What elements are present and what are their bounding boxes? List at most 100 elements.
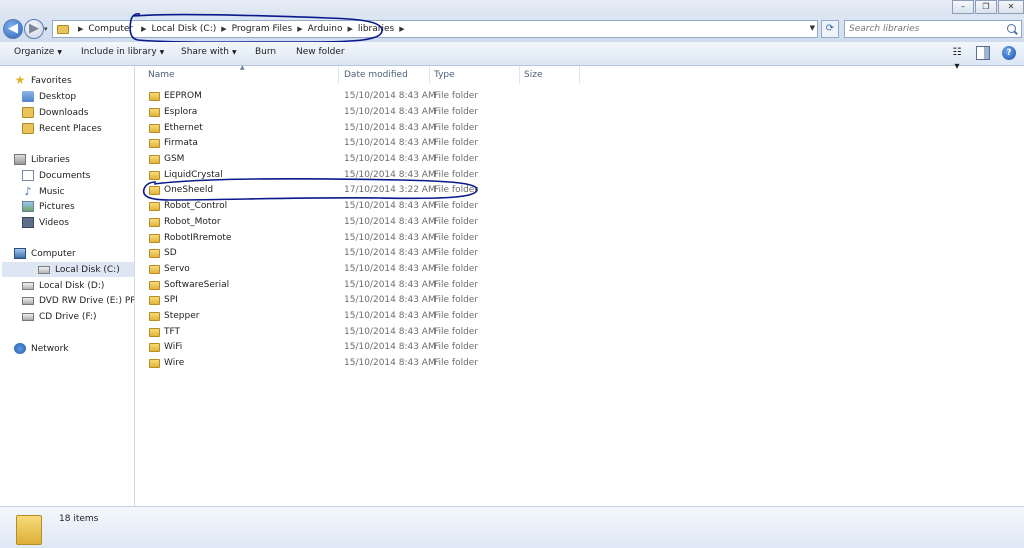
sidebar-label: Network <box>31 343 69 354</box>
breadcrumb-libraries[interactable]: libraries <box>358 24 394 34</box>
table-row[interactable]: SD 15/10/2014 8:43 AM File folder <box>140 246 480 261</box>
sidebar-item-desktop[interactable]: Desktop <box>22 89 76 104</box>
burn-button[interactable]: Burn <box>255 47 276 57</box>
sidebar-label: Libraries <box>31 154 70 165</box>
table-row[interactable]: Robot_Control 15/10/2014 8:43 AM File fold… <box>140 199 480 214</box>
file-type: File folder <box>434 201 479 211</box>
file-name: WiFi <box>164 342 183 352</box>
table-row[interactable]: Servo 15/10/2014 8:43 AM File folder <box>140 262 480 277</box>
address-row: ◀ ▶ ▾ ▶ Computer ▶ Local Disk (C:) ▶ Pro… <box>0 16 1024 42</box>
help-icon[interactable]: ? <box>1002 46 1016 60</box>
sidebar-label: Downloads <box>39 107 89 118</box>
breadcrumb-local-disk-c[interactable]: Local Disk (C:) <box>152 24 217 34</box>
breadcrumb-computer[interactable]: Computer <box>88 24 133 34</box>
table-row[interactable]: SPI 15/10/2014 8:43 AM File folder <box>140 293 480 308</box>
drive-icon <box>22 281 34 290</box>
table-row[interactable]: Robot_Motor 15/10/2014 8:43 AM File folder <box>140 215 480 230</box>
table-row[interactable]: WiFi 15/10/2014 8:43 AM File folder <box>140 340 480 355</box>
share-with-menu[interactable]: Share with ▼ <box>181 47 237 57</box>
recent-places-icon <box>22 123 34 134</box>
column-divider[interactable] <box>519 66 520 84</box>
file-type: File folder <box>434 248 479 258</box>
column-divider[interactable] <box>429 66 430 84</box>
table-row[interactable]: OneSheeld 17/10/2014 3:22 AM File folder <box>140 183 480 198</box>
breadcrumb-arduino[interactable]: Arduino <box>308 24 343 34</box>
refresh-icon: ⟳ <box>825 23 835 34</box>
breadcrumb-separator-icon[interactable]: ▶ <box>78 25 83 33</box>
sidebar-item-network[interactable]: Network <box>14 341 69 356</box>
sidebar-item-favorites[interactable]: ★ Favorites <box>14 73 72 88</box>
forward-button[interactable]: ▶ <box>24 19 44 39</box>
breadcrumb-separator-icon[interactable]: ▶ <box>297 25 302 33</box>
breadcrumb-program-files[interactable]: Program Files <box>232 24 293 34</box>
navigation-pane: ★ Favorites Desktop Downloads Recent Plac… <box>0 66 135 506</box>
sidebar-item-downloads[interactable]: Downloads <box>22 105 88 120</box>
star-icon: ★ <box>14 73 26 87</box>
maximize-button[interactable]: ❐ <box>975 0 997 14</box>
table-row[interactable]: Wire 15/10/2014 8:43 AM File folder <box>140 356 480 371</box>
refresh-button[interactable]: ⟳ <box>821 20 839 38</box>
breadcrumb-separator-icon[interactable]: ▶ <box>221 25 226 33</box>
sidebar-item-videos[interactable]: Videos <box>22 215 69 230</box>
preview-pane-icon[interactable] <box>976 46 990 60</box>
table-row[interactable]: TFT 15/10/2014 8:43 AM File folder <box>140 325 480 340</box>
close-button[interactable]: ✕ <box>998 0 1024 14</box>
table-row[interactable]: EEPROM 15/10/2014 8:43 AM File folder <box>140 89 480 104</box>
sidebar-item-computer[interactable]: Computer <box>14 246 76 261</box>
sidebar-item-documents[interactable]: Documents <box>22 168 90 183</box>
sidebar-item-pictures[interactable]: Pictures <box>22 199 75 214</box>
table-row[interactable]: RobotIRremote 15/10/2014 8:43 AM File fold… <box>140 231 480 246</box>
file-date: 15/10/2014 8:43 AM <box>344 327 436 337</box>
address-history-dropdown-icon[interactable]: ▼ <box>810 24 815 32</box>
column-divider[interactable] <box>338 66 339 84</box>
breadcrumb-separator-icon[interactable]: ▶ <box>141 25 146 33</box>
recent-pages-dropdown-icon[interactable]: ▾ <box>44 25 48 33</box>
address-bar[interactable]: ▶ Computer ▶ Local Disk (C:) ▶ Program F… <box>52 20 818 38</box>
column-header-name[interactable]: Name <box>148 66 175 84</box>
share-with-label: Share with <box>181 47 229 57</box>
table-row[interactable]: Firmata 15/10/2014 8:43 AM File folder <box>140 136 480 151</box>
folder-icon <box>149 343 160 352</box>
sidebar-label: Pictures <box>39 201 75 212</box>
sidebar-item-libraries[interactable]: Libraries <box>14 152 70 167</box>
folder-icon <box>149 171 160 180</box>
column-divider[interactable] <box>579 66 580 84</box>
column-header-type[interactable]: Type <box>434 66 455 84</box>
pictures-icon <box>22 201 34 212</box>
sidebar-item-cd-drive[interactable]: CD Drive (F:) <box>22 309 96 324</box>
table-row[interactable]: LiquidCrystal 15/10/2014 8:43 AM File fold… <box>140 168 480 183</box>
sidebar-item-music[interactable]: ♪ Music <box>22 184 64 199</box>
back-button[interactable]: ◀ <box>3 19 23 39</box>
libraries-icon <box>14 154 26 165</box>
file-name: Robot_Control <box>164 201 228 211</box>
folder-icon <box>149 265 160 274</box>
file-date: 15/10/2014 8:43 AM <box>344 280 436 290</box>
breadcrumb-separator-icon[interactable]: ▶ <box>347 25 352 33</box>
file-date: 15/10/2014 8:43 AM <box>344 91 436 101</box>
column-header-date-modified[interactable]: Date modified <box>344 66 408 84</box>
sidebar-item-dvd-drive[interactable]: DVD RW Drive (E:) PRJ_20 <box>22 293 134 308</box>
sidebar-item-local-disk-c[interactable]: Local Disk (C:) <box>2 262 134 277</box>
table-row[interactable]: SoftwareSerial 15/10/2014 8:43 AM File fol… <box>140 278 480 293</box>
sidebar-label: DVD RW Drive (E:) PRJ_20 <box>39 295 134 306</box>
new-folder-button[interactable]: New folder <box>296 47 345 57</box>
include-in-library-menu[interactable]: Include in library ▼ <box>81 47 164 57</box>
search-icon[interactable] <box>1007 24 1016 33</box>
table-row[interactable]: Stepper 15/10/2014 8:43 AM File folder <box>140 309 480 324</box>
sidebar-item-recent-places[interactable]: Recent Places <box>22 121 102 136</box>
sidebar-item-local-disk-d[interactable]: Local Disk (D:) <box>22 278 104 293</box>
breadcrumb-separator-icon[interactable]: ▶ <box>399 25 404 33</box>
organize-label: Organize <box>14 47 55 57</box>
table-row[interactable]: Ethernet 15/10/2014 8:43 AM File folder <box>140 121 480 136</box>
sidebar-label: Computer <box>31 248 76 259</box>
file-date: 15/10/2014 8:43 AM <box>344 138 436 148</box>
minimize-button[interactable]: – <box>952 0 974 14</box>
file-type: File folder <box>434 233 479 243</box>
organize-menu[interactable]: Organize ▼ <box>14 47 62 57</box>
search-input[interactable]: Search libraries <box>844 20 1022 38</box>
table-row[interactable]: GSM 15/10/2014 8:43 AM File folder <box>140 152 480 167</box>
table-row[interactable]: Esplora 15/10/2014 8:43 AM File folder <box>140 105 480 120</box>
change-view-icon[interactable]: ☷ ▾ <box>950 46 964 72</box>
column-header-size[interactable]: Size <box>524 66 542 84</box>
file-name: GSM <box>164 154 185 164</box>
